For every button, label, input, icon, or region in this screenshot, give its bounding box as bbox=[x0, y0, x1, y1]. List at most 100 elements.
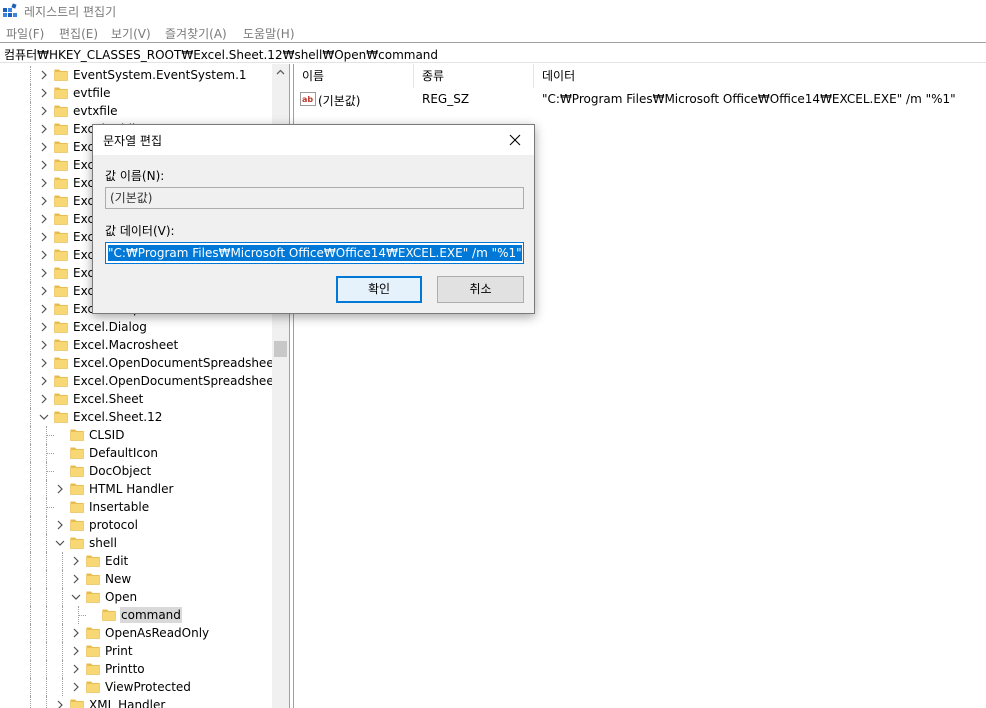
chevron-right-icon[interactable] bbox=[70, 645, 82, 657]
tree-item-label[interactable]: Excel.Dialog bbox=[72, 319, 148, 335]
tree-item-label[interactable]: OpenAsReadOnly bbox=[104, 625, 210, 641]
tree-item-label[interactable]: Excel.Macrosheet bbox=[72, 337, 179, 353]
tree-item[interactable]: ViewProtected bbox=[0, 678, 272, 696]
tree-item-label[interactable]: DocObject bbox=[88, 463, 152, 479]
tree-item-label[interactable]: Insertable bbox=[88, 499, 150, 515]
tree-item[interactable]: evtfile bbox=[0, 84, 272, 102]
ok-button[interactable]: 확인 bbox=[336, 276, 422, 303]
chevron-right-icon[interactable] bbox=[38, 321, 50, 333]
chevron-right-icon[interactable] bbox=[38, 339, 50, 351]
chevron-right-icon[interactable] bbox=[38, 123, 50, 135]
tree-item[interactable]: Insertable bbox=[0, 498, 272, 516]
tree-item-label[interactable]: Print bbox=[104, 643, 134, 659]
chevron-down-icon[interactable] bbox=[54, 537, 66, 549]
tree-item-label[interactable]: command bbox=[120, 607, 182, 623]
chevron-right-icon[interactable] bbox=[70, 663, 82, 675]
tree-item-label[interactable]: HTML Handler bbox=[88, 481, 174, 497]
menu-view[interactable]: 보기(V) bbox=[111, 25, 151, 42]
tree-item[interactable]: Edit bbox=[0, 552, 272, 570]
tree-item[interactable]: evtxfile bbox=[0, 102, 272, 120]
close-button[interactable] bbox=[502, 127, 528, 153]
chevron-down-icon[interactable] bbox=[38, 411, 50, 423]
tree-item-label[interactable]: evtxfile bbox=[72, 103, 119, 119]
scroll-up-arrow-icon[interactable] bbox=[272, 64, 289, 81]
chevron-right-icon[interactable] bbox=[38, 213, 50, 225]
list-row[interactable]: ab (기본값) REG_SZ "C:₩Program Files₩Micros… bbox=[294, 90, 986, 110]
chevron-right-icon[interactable] bbox=[38, 285, 50, 297]
chevron-right-icon[interactable] bbox=[38, 303, 50, 315]
menu-edit[interactable]: 편집(E) bbox=[59, 25, 98, 42]
chevron-right-icon[interactable] bbox=[70, 555, 82, 567]
chevron-down-icon[interactable] bbox=[70, 591, 82, 603]
tree-item-label[interactable]: Edit bbox=[104, 553, 129, 569]
cancel-button[interactable]: 취소 bbox=[437, 276, 524, 303]
tree-item-label[interactable]: DefaultIcon bbox=[88, 445, 159, 461]
scroll-thumb[interactable] bbox=[274, 341, 287, 357]
tree-item[interactable]: OpenAsReadOnly bbox=[0, 624, 272, 642]
tree-item-label[interactable]: Excel.OpenDocumentSpreadsheet.12 bbox=[72, 373, 289, 389]
chevron-right-icon[interactable] bbox=[54, 699, 66, 708]
chevron-right-icon[interactable] bbox=[38, 69, 50, 81]
value-data-input[interactable]: "C:₩Program Files₩Microsoft Office₩Offic… bbox=[105, 242, 524, 264]
chevron-right-icon[interactable] bbox=[54, 519, 66, 531]
tree-item[interactable]: Open bbox=[0, 588, 272, 606]
tree-item-label[interactable]: XML Handler bbox=[88, 697, 166, 708]
chevron-right-icon[interactable] bbox=[70, 627, 82, 639]
tree-item-label[interactable]: shell bbox=[88, 535, 118, 551]
tree-item[interactable]: CLSID bbox=[0, 426, 272, 444]
tree-item[interactable]: Excel.Macrosheet bbox=[0, 336, 272, 354]
chevron-right-icon[interactable] bbox=[38, 267, 50, 279]
tree-item[interactable]: DefaultIcon bbox=[0, 444, 272, 462]
tree-item-label[interactable]: Open bbox=[104, 589, 138, 605]
address-path[interactable]: 컴퓨터₩HKEY_CLASSES_ROOT₩Excel.Sheet.12₩she… bbox=[4, 46, 438, 63]
folder-icon bbox=[54, 141, 68, 153]
tree-item[interactable]: EventSystem.EventSystem.1 bbox=[0, 66, 272, 84]
column-header-type[interactable]: 종류 bbox=[414, 64, 534, 88]
menu-file[interactable]: 파일(F) bbox=[6, 25, 44, 42]
tree-item[interactable]: Excel.Dialog bbox=[0, 318, 272, 336]
tree-item-label[interactable]: CLSID bbox=[88, 427, 125, 443]
column-header-name[interactable]: 이름 bbox=[294, 64, 414, 88]
chevron-right-icon[interactable] bbox=[70, 681, 82, 693]
chevron-right-icon[interactable] bbox=[38, 249, 50, 261]
tree-item[interactable]: New bbox=[0, 570, 272, 588]
tree-item-label[interactable]: protocol bbox=[88, 517, 139, 533]
chevron-right-icon[interactable] bbox=[38, 393, 50, 405]
tree-item[interactable]: protocol bbox=[0, 516, 272, 534]
tree-item-label[interactable]: EventSystem.EventSystem.1 bbox=[72, 67, 248, 83]
chevron-right-icon[interactable] bbox=[38, 231, 50, 243]
tree-item[interactable]: Excel.OpenDocumentSpreadsheet bbox=[0, 354, 278, 372]
tree-item[interactable]: command bbox=[0, 606, 272, 624]
tree-item[interactable]: Print bbox=[0, 642, 272, 660]
tree-item[interactable]: XML Handler bbox=[0, 696, 272, 708]
chevron-right-icon[interactable] bbox=[38, 141, 50, 153]
tree-item-label[interactable]: evtfile bbox=[72, 85, 111, 101]
tree-item-label[interactable]: Excel.OpenDocumentSpreadsheet bbox=[72, 355, 279, 371]
chevron-right-icon[interactable] bbox=[38, 177, 50, 189]
chevron-right-icon[interactable] bbox=[38, 105, 50, 117]
tree-item-label[interactable]: New bbox=[104, 571, 132, 587]
tree-item-label[interactable]: ViewProtected bbox=[104, 679, 192, 695]
menu-help[interactable]: 도움말(H) bbox=[243, 25, 295, 42]
tree-item[interactable]: Excel.OpenDocumentSpreadsheet.12 bbox=[0, 372, 289, 390]
chevron-right-icon[interactable] bbox=[70, 573, 82, 585]
menu-favorites[interactable]: 즐겨찾기(A) bbox=[165, 25, 227, 42]
tree-item[interactable]: DocObject bbox=[0, 462, 272, 480]
tree-item[interactable]: Excel.Sheet bbox=[0, 390, 272, 408]
tree-item-label[interactable]: Printto bbox=[104, 661, 146, 677]
chevron-right-icon[interactable] bbox=[38, 375, 50, 387]
tree-item-label[interactable]: Excel.Sheet bbox=[72, 391, 144, 407]
tree-item[interactable]: Printto bbox=[0, 660, 272, 678]
dialog-title-bar[interactable]: 문자열 편집 bbox=[93, 125, 534, 155]
column-header-data[interactable]: 데이터 bbox=[534, 64, 986, 88]
chevron-right-icon[interactable] bbox=[38, 195, 50, 207]
chevron-right-icon[interactable] bbox=[38, 357, 50, 369]
tree-item[interactable]: Excel.Sheet.12 bbox=[0, 408, 272, 426]
chevron-right-icon[interactable] bbox=[38, 159, 50, 171]
tree-item[interactable]: HTML Handler bbox=[0, 480, 272, 498]
address-bar[interactable]: 컴퓨터₩HKEY_CLASSES_ROOT₩Excel.Sheet.12₩she… bbox=[0, 42, 986, 63]
chevron-right-icon[interactable] bbox=[38, 87, 50, 99]
tree-item-label[interactable]: Excel.Sheet.12 bbox=[72, 409, 163, 425]
chevron-right-icon[interactable] bbox=[54, 483, 66, 495]
tree-item[interactable]: shell bbox=[0, 534, 272, 552]
